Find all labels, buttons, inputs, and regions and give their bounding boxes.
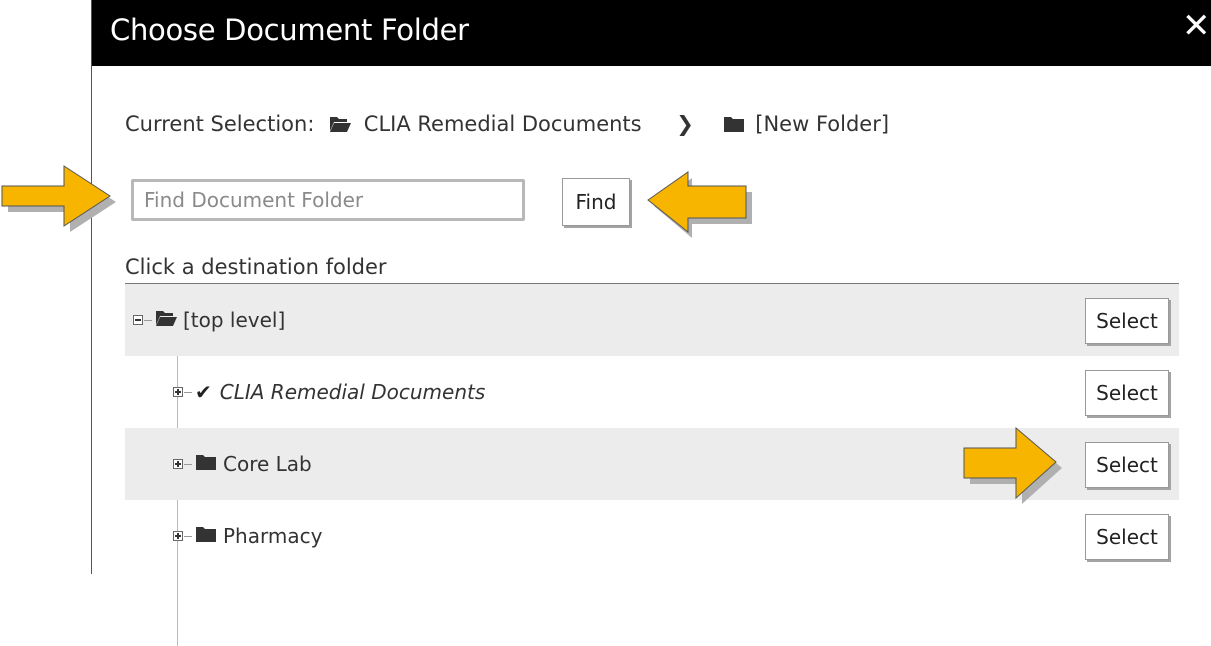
tree-row-label: Pharmacy [223,524,323,548]
find-button[interactable]: Find [562,178,630,226]
annotation-arrow-right-icon [963,426,1062,504]
current-selection-breadcrumb: Current Selection: CLIA Remedial Documen… [125,110,889,140]
expand-icon[interactable] [173,531,183,541]
folder-icon [195,524,217,548]
tree-row-label: CLIA Remedial Documents [219,380,486,404]
tree-connector [184,391,192,393]
expand-icon[interactable] [173,387,183,397]
close-icon[interactable]: ✕ [1182,8,1211,44]
tree-row-content: ✔ CLIA Remedial Documents [173,356,485,428]
tree-connector [144,319,152,321]
folder-icon [723,112,745,140]
tree-row-clia-remedial[interactable]: ✔ CLIA Remedial Documents Select [125,356,1179,428]
tree-connector [184,463,192,465]
collapse-icon[interactable] [133,315,143,325]
select-top-level-button[interactable]: Select [1085,298,1169,344]
breadcrumb-item-clia[interactable]: CLIA Remedial Documents [364,112,642,136]
annotation-arrow-right-icon [1,165,116,232]
select-clia-remedial-button[interactable]: Select [1085,370,1169,416]
select-core-lab-button[interactable]: Select [1085,442,1169,488]
tree-row-content: Pharmacy [173,500,322,572]
tree-connector [184,535,192,537]
expand-icon[interactable] [173,459,183,469]
tree-row-label: Core Lab [223,452,312,476]
breadcrumb-item-new-folder[interactable]: [New Folder] [755,112,889,136]
chevron-right-icon: ❯ [676,112,694,136]
select-pharmacy-button[interactable]: Select [1085,514,1169,560]
find-folder-input[interactable] [131,179,525,221]
folder-open-icon [155,308,177,332]
current-selection-label: Current Selection: [125,112,315,136]
tree-row-top-level[interactable]: [top level] Select [125,284,1179,356]
tree-row-content: Core Lab [173,428,312,500]
tree-heading: Click a destination folder [125,255,387,279]
tree-row-label: [top level] [183,308,286,332]
folder-icon [195,452,217,476]
check-icon: ✔ [195,380,212,404]
tree-row-content: [top level] [133,284,285,356]
dialog-title: Choose Document Folder [110,13,469,47]
folder-open-icon [329,112,352,140]
dialog-titlebar: Choose Document Folder ✕ [92,0,1211,66]
annotation-arrow-left-icon [647,171,752,238]
